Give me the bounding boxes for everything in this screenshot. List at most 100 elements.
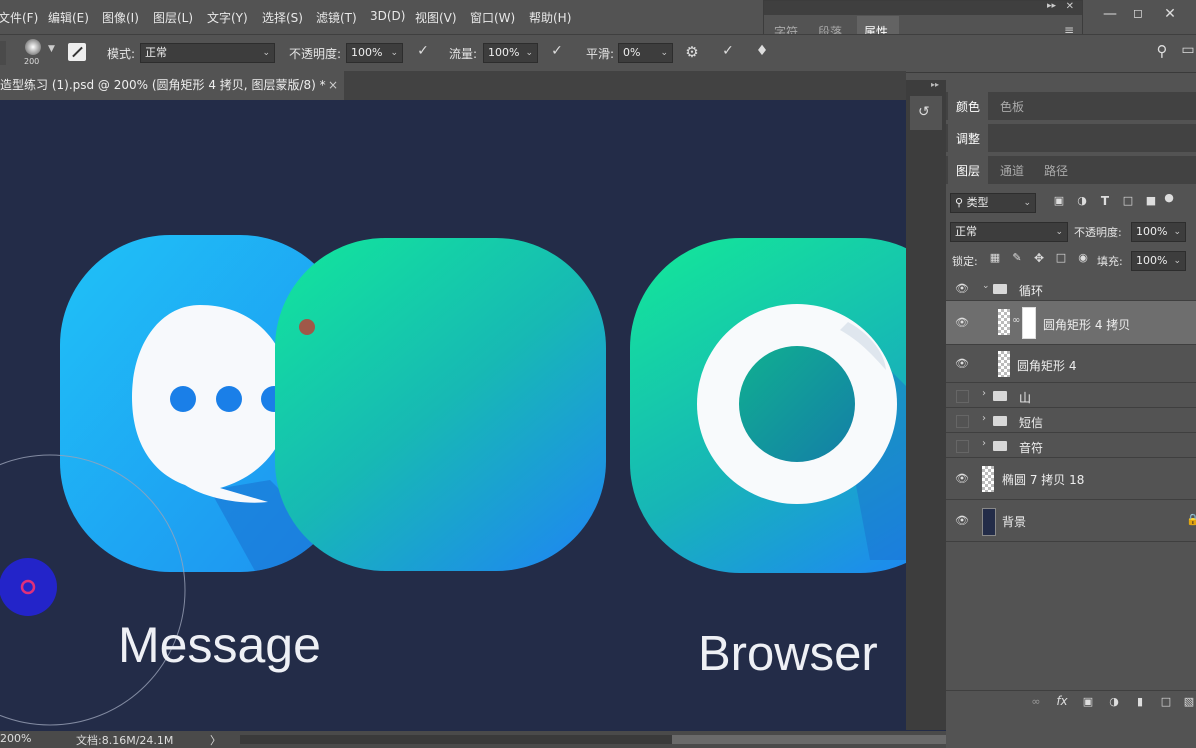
flow-input[interactable]: 100% ⌄ [483,43,538,63]
tab-adjustments[interactable]: 调整 [956,130,980,147]
tab-layers[interactable]: 图层 [956,162,980,179]
add-mask-icon[interactable]: ▣ [1080,695,1096,708]
lock-all-icon[interactable]: ◉ [1076,251,1090,264]
lock-position-icon[interactable]: ✥ [1032,251,1046,265]
horizontal-scrollbar[interactable] [240,735,972,744]
link-layers-icon[interactable]: ∞ [1028,695,1044,708]
layer-row[interactable]: 👁 椭圆 7 拷贝 18 [946,458,1196,500]
menu-type[interactable]: 文字(Y) [207,9,248,26]
mode-select[interactable]: 正常 ⌄ [140,43,275,63]
symmetry-icon[interactable]: ♦ [752,43,772,59]
brush-settings-icon[interactable] [68,43,86,61]
visibility-toggle[interactable] [956,415,969,428]
menu-window[interactable]: 窗口(W) [470,9,515,26]
menu-3d[interactable]: 3D(D) [370,9,405,23]
minimize-icon[interactable]: — [1100,6,1120,22]
collapse-icon[interactable]: ▸▸ [1047,1,1056,11]
new-group-icon[interactable]: ▮ [1132,695,1148,708]
label-browser: Browser [698,627,878,681]
ellipse-7-copy-18 [0,558,57,616]
new-layer-icon[interactable]: □ [1158,695,1174,708]
eye-icon[interactable]: 👁 [954,316,970,329]
lock-transparent-icon[interactable]: ▦ [988,251,1002,264]
brush-preview-icon[interactable] [25,39,41,55]
eye-icon[interactable]: 👁 [954,357,970,370]
brush-size: 200 [24,57,40,66]
history-icon[interactable]: ↺ [910,96,942,130]
panel-close-icon[interactable]: ✕ [1066,1,1074,12]
tab-swatches[interactable]: 色板 [1000,98,1024,115]
layer-row[interactable]: › 山 [946,383,1196,408]
layer-filter-select[interactable]: ⚲ 类型 ⌄ [950,193,1036,213]
blend-mode-value: 正常 [955,225,977,238]
canvas[interactable]: Message Browser [0,100,946,731]
workspace-icon[interactable]: ▭ [1180,42,1196,58]
opacity-input[interactable]: 100% ⌄ [346,43,403,63]
layer-row[interactable]: 👁 ⌄ 循环 [946,276,1196,301]
search-icon[interactable]: ⚲ [1152,42,1172,60]
lock-icon: 🔒 [1186,513,1196,526]
eye-icon[interactable]: 👁 [954,514,970,527]
layer-mask-thumbnail[interactable] [1022,307,1036,339]
fx-icon[interactable]: fx [1054,694,1070,708]
tab-color[interactable]: 颜色 [956,98,980,115]
chevron-right-icon[interactable]: › [982,413,986,424]
chevron-right-icon[interactable]: › [982,438,986,449]
status-arrow-icon[interactable]: 〉 [210,732,221,748]
visibility-toggle[interactable] [956,390,969,403]
menu-layer[interactable]: 图层(L) [153,9,193,26]
gear-icon[interactable]: ⚙ [682,43,702,61]
filter-toggle-icon[interactable]: ● [1162,191,1176,204]
chevron-down-icon: ⌄ [1023,198,1031,208]
chevron-down-icon[interactable]: ▼ [48,44,55,54]
pressure-opacity-icon[interactable]: ✓ [413,43,433,59]
layer-row[interactable]: 👁 圆角矩形 4 [946,345,1196,383]
chevron-down-icon[interactable]: ⌄ [982,281,990,291]
visibility-toggle[interactable] [956,440,969,453]
pressure-size-icon[interactable]: ✓ [718,43,738,59]
eye-icon[interactable]: 👁 [954,282,970,295]
zoom-level[interactable]: 200% [0,732,31,745]
tool-preset-icon[interactable] [0,41,6,65]
expand-icon[interactable]: ▸▸ [931,80,939,89]
blend-mode-select[interactable]: 正常 ⌄ [950,222,1068,242]
layer-row-selected[interactable]: 👁 ∞ 圆角矩形 4 拷贝 [946,301,1196,345]
layer-opacity-input[interactable]: 100% ⌄ [1131,222,1186,242]
maximize-icon[interactable]: ◻ [1128,6,1148,20]
link-icon[interactable]: ∞ [1012,315,1020,326]
chevron-right-icon[interactable]: › [982,388,986,399]
trash-icon[interactable]: ▧ [1182,695,1196,708]
layer-name: 短信 [1019,416,1044,430]
filter-shape-icon[interactable]: □ [1120,194,1136,207]
close-icon[interactable]: ✕ [1160,6,1180,22]
lock-artboard-icon[interactable]: □ [1054,251,1068,264]
fill-input[interactable]: 100% ⌄ [1131,251,1186,271]
filter-smart-icon[interactable]: ■ [1143,194,1159,207]
layer-row[interactable]: 👁 背景 🔒 [946,500,1196,542]
filter-pixel-icon[interactable]: ▣ [1051,194,1067,207]
menu-filter[interactable]: 滤镜(T) [316,9,357,26]
filter-adjustment-icon[interactable]: ◑ [1074,194,1090,207]
layer-row[interactable]: › 音符 [946,433,1196,458]
layer-row[interactable]: › 短信 [946,408,1196,433]
menu-image[interactable]: 图像(I) [102,9,139,26]
tab-close-icon[interactable]: × [328,71,338,100]
menu-help[interactable]: 帮助(H) [529,9,571,26]
tab-paths[interactable]: 路径 [1044,162,1068,179]
panel-header[interactable]: ▸▸ ✕ [764,1,1082,15]
opacity-label: 不透明度: [289,47,342,61]
adjustment-layer-icon[interactable]: ◑ [1106,695,1122,708]
scrollbar-thumb[interactable] [672,735,972,744]
smoothing-input[interactable]: 0% ⌄ [618,43,673,63]
lock-pixels-icon[interactable]: ✎ [1010,251,1024,264]
filter-type-icon[interactable]: T [1097,194,1113,208]
tab-channels[interactable]: 通道 [1000,162,1024,179]
menu-file[interactable]: 文件(F) [0,9,38,26]
menu-edit[interactable]: 编辑(E) [48,9,89,26]
eye-icon[interactable]: 👁 [954,472,970,485]
document-tab[interactable]: 造型练习 (1).psd @ 200% (圆角矩形 4 拷贝, 图层蒙版/8) … [0,71,344,100]
menu-select[interactable]: 选择(S) [262,9,303,26]
airbrush-icon[interactable]: ✓ [547,43,567,59]
chevron-down-icon: ⌄ [1173,256,1181,266]
menu-view[interactable]: 视图(V) [415,9,457,26]
